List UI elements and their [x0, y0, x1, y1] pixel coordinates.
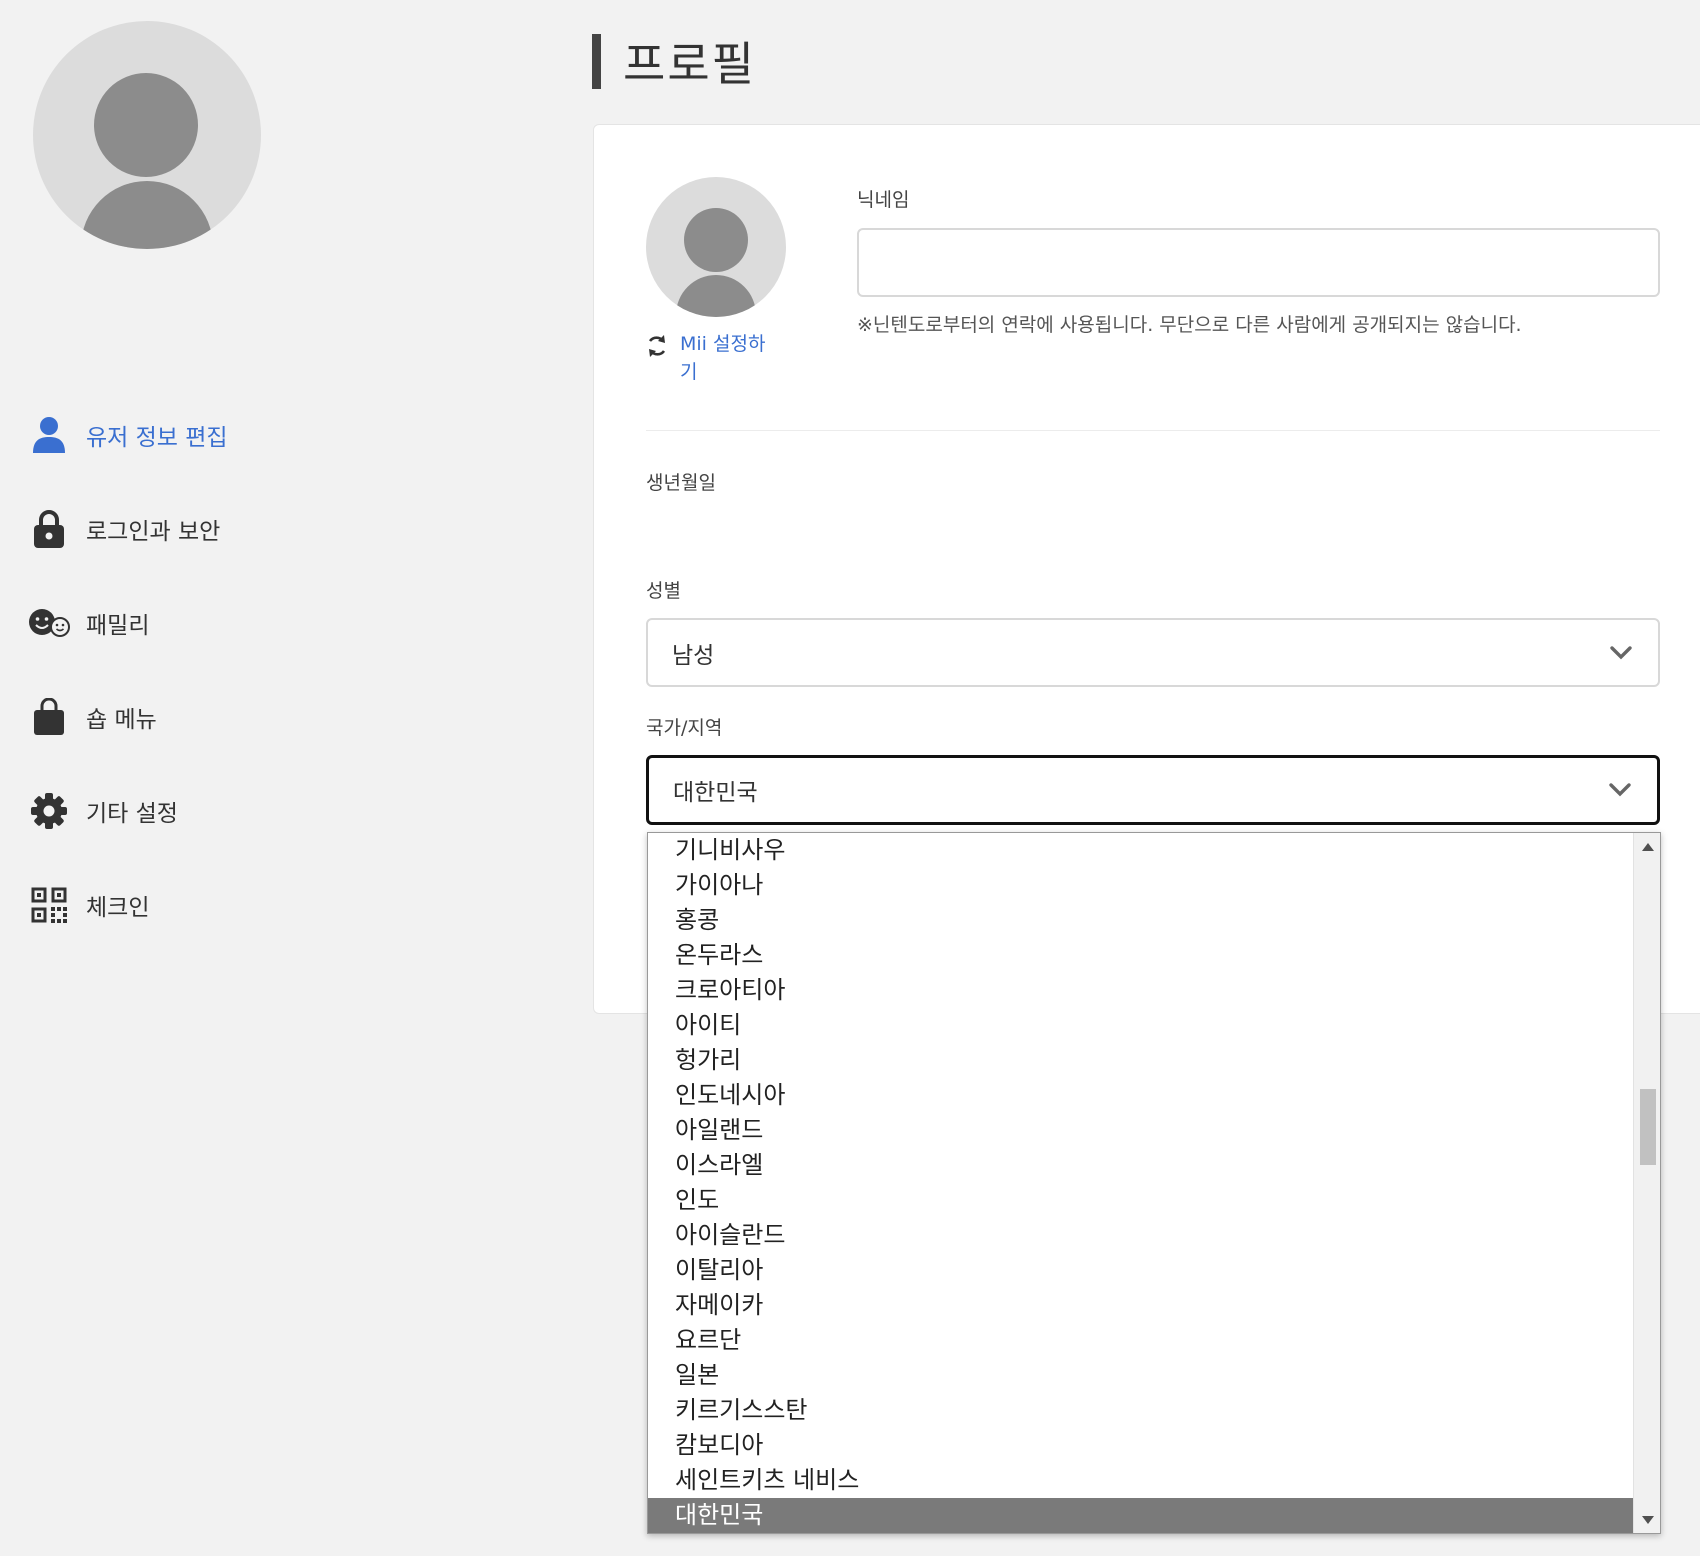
country-option[interactable]: 인도	[648, 1183, 1635, 1218]
birthday-label: 생년월일	[646, 472, 716, 494]
country-option[interactable]: 헝가리	[648, 1043, 1635, 1078]
gender-label: 성별	[646, 580, 681, 602]
mii-settings-label: Mii 설정하기	[680, 333, 766, 383]
sidebar-item-checkin[interactable]: 체크인	[28, 858, 228, 952]
divider	[646, 430, 1660, 431]
sidebar-item-login-security[interactable]: 로그인과 보안	[28, 482, 228, 576]
chevron-down-icon	[1610, 645, 1632, 659]
country-dropdown-list: 기니비사우 가이아나 홍콩 온두라스 크로아티아 아이티 헝가리 인도네시아 아일랜드 이스라엘 인…	[647, 832, 1661, 1534]
country-option[interactable]: 인도네시아	[648, 1078, 1635, 1113]
family-icon	[28, 602, 70, 644]
sidebar-item-label: 기타 설정	[86, 801, 178, 827]
lock-icon	[28, 508, 70, 550]
scroll-down-arrow-icon[interactable]	[1634, 1506, 1660, 1533]
user-avatar	[33, 21, 261, 249]
country-options: 기니비사우 가이아나 홍콩 온두라스 크로아티아 아이티 헝가리 인도네시아 아일랜드 이스라엘 인…	[648, 833, 1635, 1533]
country-option[interactable]: 크로아티아	[648, 973, 1635, 1008]
country-select[interactable]: 대한민국	[646, 755, 1660, 825]
country-option[interactable]: 캄보디아	[648, 1428, 1635, 1463]
mii-settings-link[interactable]: Mii 설정하기	[646, 330, 786, 386]
country-option[interactable]: 홍콩	[648, 903, 1635, 938]
qr-code-icon	[28, 884, 70, 926]
sidebar-item-label: 로그인과 보안	[86, 519, 221, 545]
country-option[interactable]: 자메이카	[648, 1288, 1635, 1323]
refresh-icon	[648, 335, 666, 357]
title-accent-bar	[592, 33, 601, 89]
country-option[interactable]: 대한민국	[648, 1498, 1635, 1533]
country-option[interactable]: 아일랜드	[648, 1113, 1635, 1148]
country-option[interactable]: 요르단	[648, 1323, 1635, 1358]
country-select-value: 대한민국	[673, 780, 758, 806]
country-option[interactable]: 기니비사우	[648, 833, 1635, 868]
country-option[interactable]: 일본	[648, 1358, 1635, 1393]
gender-select[interactable]: 남성	[646, 618, 1660, 687]
nickname-hint: ※닌텐도로부터의 연락에 사용됩니다. 무단으로 다른 사람에게 공개되지는 않…	[857, 314, 1522, 336]
sidebar-nav: 유저 정보 편집 로그인과 보안 패밀리 숍 메뉴 기타 설정 체크인	[28, 388, 228, 952]
dropdown-scrollbar[interactable]	[1633, 833, 1660, 1533]
sidebar-item-label: 패밀리	[86, 613, 150, 639]
chevron-down-icon	[1609, 783, 1631, 797]
sidebar-item-edit-user-info[interactable]: 유저 정보 편집	[28, 388, 228, 482]
shopping-bag-icon	[28, 696, 70, 738]
sidebar-item-label: 유저 정보 편집	[86, 425, 228, 451]
sidebar-item-other-settings[interactable]: 기타 설정	[28, 764, 228, 858]
nickname-input[interactable]	[857, 228, 1660, 297]
sidebar-item-family[interactable]: 패밀리	[28, 576, 228, 670]
mii-avatar	[646, 177, 786, 317]
country-option[interactable]: 이탈리아	[648, 1253, 1635, 1288]
scrollbar-thumb[interactable]	[1640, 1089, 1656, 1165]
country-option[interactable]: 세인트키츠 네비스	[648, 1463, 1635, 1498]
country-option[interactable]: 아이티	[648, 1008, 1635, 1043]
country-option[interactable]: 이스라엘	[648, 1148, 1635, 1183]
country-option[interactable]: 아이슬란드	[648, 1218, 1635, 1253]
country-label: 국가/지역	[646, 717, 723, 739]
sidebar-item-label: 숍 메뉴	[86, 707, 157, 733]
gender-select-value: 남성	[672, 642, 715, 669]
user-icon	[28, 414, 70, 456]
sidebar-item-label: 체크인	[86, 895, 150, 921]
country-option[interactable]: 키르기스스탄	[648, 1393, 1635, 1428]
country-option[interactable]: 온두라스	[648, 938, 1635, 973]
scroll-up-arrow-icon[interactable]	[1634, 833, 1660, 860]
country-option[interactable]: 가이아나	[648, 868, 1635, 903]
gear-icon	[28, 790, 70, 832]
sidebar-item-shop-menu[interactable]: 숍 메뉴	[28, 670, 228, 764]
page-title: 프로필	[592, 28, 756, 94]
page-title-text: 프로필	[623, 37, 756, 91]
sidebar: 유저 정보 편집 로그인과 보안 패밀리 숍 메뉴 기타 설정 체크인	[0, 0, 560, 1556]
nickname-label: 닉네임	[857, 189, 910, 211]
